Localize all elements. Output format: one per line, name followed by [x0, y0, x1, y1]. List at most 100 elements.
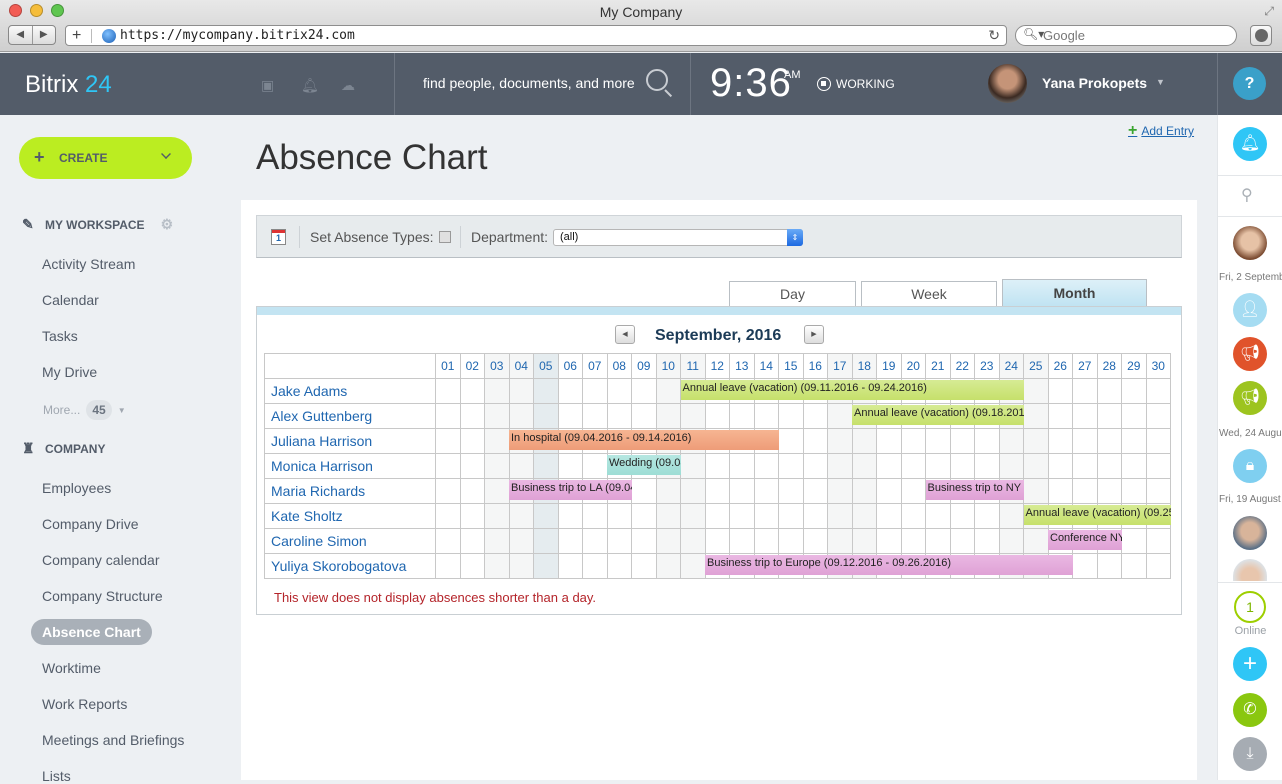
day-cell[interactable]: [1145, 453, 1171, 479]
absence-bar[interactable]: Business trip to NY (09.21.2016 - 09.24.…: [925, 479, 1024, 500]
day-cell[interactable]: [606, 503, 632, 529]
chat-icon[interactable]: ▣: [261, 77, 274, 94]
day-cell[interactable]: [435, 503, 461, 529]
department-select[interactable]: (all) ⇕: [553, 229, 803, 246]
day-cell[interactable]: [778, 528, 804, 554]
day-cell[interactable]: [680, 553, 706, 579]
day-cell[interactable]: [655, 503, 681, 529]
day-cell[interactable]: [827, 503, 853, 529]
sidebar-item-lists[interactable]: Lists: [42, 768, 71, 784]
day-cell[interactable]: [582, 453, 608, 479]
day-cell[interactable]: [851, 478, 877, 504]
day-cell[interactable]: [876, 528, 902, 554]
day-cell[interactable]: [729, 478, 755, 504]
employee-name-link[interactable]: Juliana Harrison: [264, 428, 436, 454]
day-cell[interactable]: [459, 478, 485, 504]
day-cell[interactable]: [1023, 403, 1049, 429]
sidebar-item-company-drive[interactable]: Company Drive: [42, 516, 138, 532]
day-cell[interactable]: [435, 428, 461, 454]
day-cell[interactable]: [729, 528, 755, 554]
day-cell[interactable]: [704, 503, 730, 529]
day-cell[interactable]: [484, 553, 510, 579]
contact-avatar[interactable]: [1233, 516, 1267, 550]
day-cell[interactable]: [631, 528, 657, 554]
day-cell[interactable]: [606, 553, 632, 579]
day-cell[interactable]: [1072, 428, 1098, 454]
chevron-down-icon[interactable]: [161, 149, 171, 159]
day-cell[interactable]: [1145, 378, 1171, 404]
downloads-button[interactable]: [1250, 25, 1272, 46]
day-cell[interactable]: [680, 403, 706, 429]
day-cell[interactable]: [1072, 453, 1098, 479]
day-cell[interactable]: [1047, 428, 1073, 454]
download-icon[interactable]: ⤓: [1233, 737, 1267, 771]
day-cell[interactable]: [778, 503, 804, 529]
day-cell[interactable]: [778, 403, 804, 429]
day-cell[interactable]: [1023, 528, 1049, 554]
day-cell[interactable]: [802, 478, 828, 504]
day-cell[interactable]: [508, 528, 534, 554]
day-cell[interactable]: [557, 453, 583, 479]
day-cell[interactable]: [459, 553, 485, 579]
day-cell[interactable]: [631, 378, 657, 404]
reload-icon[interactable]: ↻: [988, 26, 1000, 45]
megaphone-icon[interactable]: 📢︎: [1233, 381, 1267, 415]
absence-bar[interactable]: Business trip to Europe (09.12.2016 - 09…: [705, 554, 1073, 575]
day-cell[interactable]: [1121, 478, 1147, 504]
day-cell[interactable]: [998, 503, 1024, 529]
day-cell[interactable]: [557, 403, 583, 429]
sidebar-item-company-calendar[interactable]: Company calendar: [42, 552, 160, 568]
day-cell[interactable]: [680, 478, 706, 504]
day-cell[interactable]: [582, 403, 608, 429]
day-cell[interactable]: [949, 453, 975, 479]
day-cell[interactable]: [900, 478, 926, 504]
day-cell[interactable]: [680, 503, 706, 529]
day-cell[interactable]: [435, 378, 461, 404]
day-cell[interactable]: [631, 553, 657, 579]
day-cell[interactable]: [753, 528, 779, 554]
day-cell[interactable]: [484, 378, 510, 404]
employee-name-link[interactable]: Caroline Simon: [264, 528, 436, 554]
day-cell[interactable]: [729, 403, 755, 429]
employee-name-link[interactable]: Jake Adams: [264, 378, 436, 404]
more-menu[interactable]: More... 45 ▼: [43, 400, 126, 420]
sidebar-item-meetings[interactable]: Meetings and Briefings: [42, 732, 184, 748]
sidebar-item-company-structure[interactable]: Company Structure: [42, 588, 163, 604]
section-my-workspace[interactable]: ✎ MY WORKSPACE ⚙: [22, 216, 173, 233]
help-button[interactable]: ?: [1233, 67, 1266, 100]
search-icon[interactable]: ⚲: [1241, 185, 1253, 205]
add-entry-link[interactable]: + Add Entry: [1128, 122, 1194, 140]
next-month-button[interactable]: ▶: [804, 325, 824, 344]
lock-icon[interactable]: 🔒︎: [1233, 449, 1267, 483]
day-cell[interactable]: [1121, 453, 1147, 479]
employee-name-link[interactable]: Kate Sholtz: [264, 503, 436, 529]
day-cell[interactable]: [557, 553, 583, 579]
day-cell[interactable]: [533, 453, 559, 479]
forward-button[interactable]: ▶: [33, 26, 56, 44]
day-cell[interactable]: [484, 403, 510, 429]
sidebar-item-worktime[interactable]: Worktime: [42, 660, 101, 676]
day-cell[interactable]: [1023, 428, 1049, 454]
day-cell[interactable]: [557, 503, 583, 529]
day-cell[interactable]: [802, 403, 828, 429]
phone-icon[interactable]: ✆: [1233, 693, 1267, 727]
day-cell[interactable]: [582, 378, 608, 404]
day-cell[interactable]: [631, 503, 657, 529]
employee-name-link[interactable]: Yuliya Skorobogatova: [264, 553, 436, 579]
day-cell[interactable]: [655, 528, 681, 554]
user-avatar[interactable]: [988, 64, 1027, 103]
day-cell[interactable]: [974, 428, 1000, 454]
day-cell[interactable]: [998, 528, 1024, 554]
absence-bar[interactable]: Annual leave (vacation) (09.18.2016 - 09…: [852, 404, 1024, 425]
sidebar-item-tasks[interactable]: Tasks: [42, 328, 78, 344]
online-counter[interactable]: 1: [1234, 591, 1266, 623]
day-cell[interactable]: [1096, 553, 1122, 579]
day-cell[interactable]: [606, 528, 632, 554]
add-button[interactable]: +: [1233, 647, 1267, 681]
day-cell[interactable]: [802, 503, 828, 529]
day-cell[interactable]: [1145, 403, 1171, 429]
bell-icon[interactable]: 🔔︎: [301, 77, 319, 94]
day-cell[interactable]: [484, 453, 510, 479]
day-cell[interactable]: [508, 453, 534, 479]
day-cell[interactable]: [459, 453, 485, 479]
